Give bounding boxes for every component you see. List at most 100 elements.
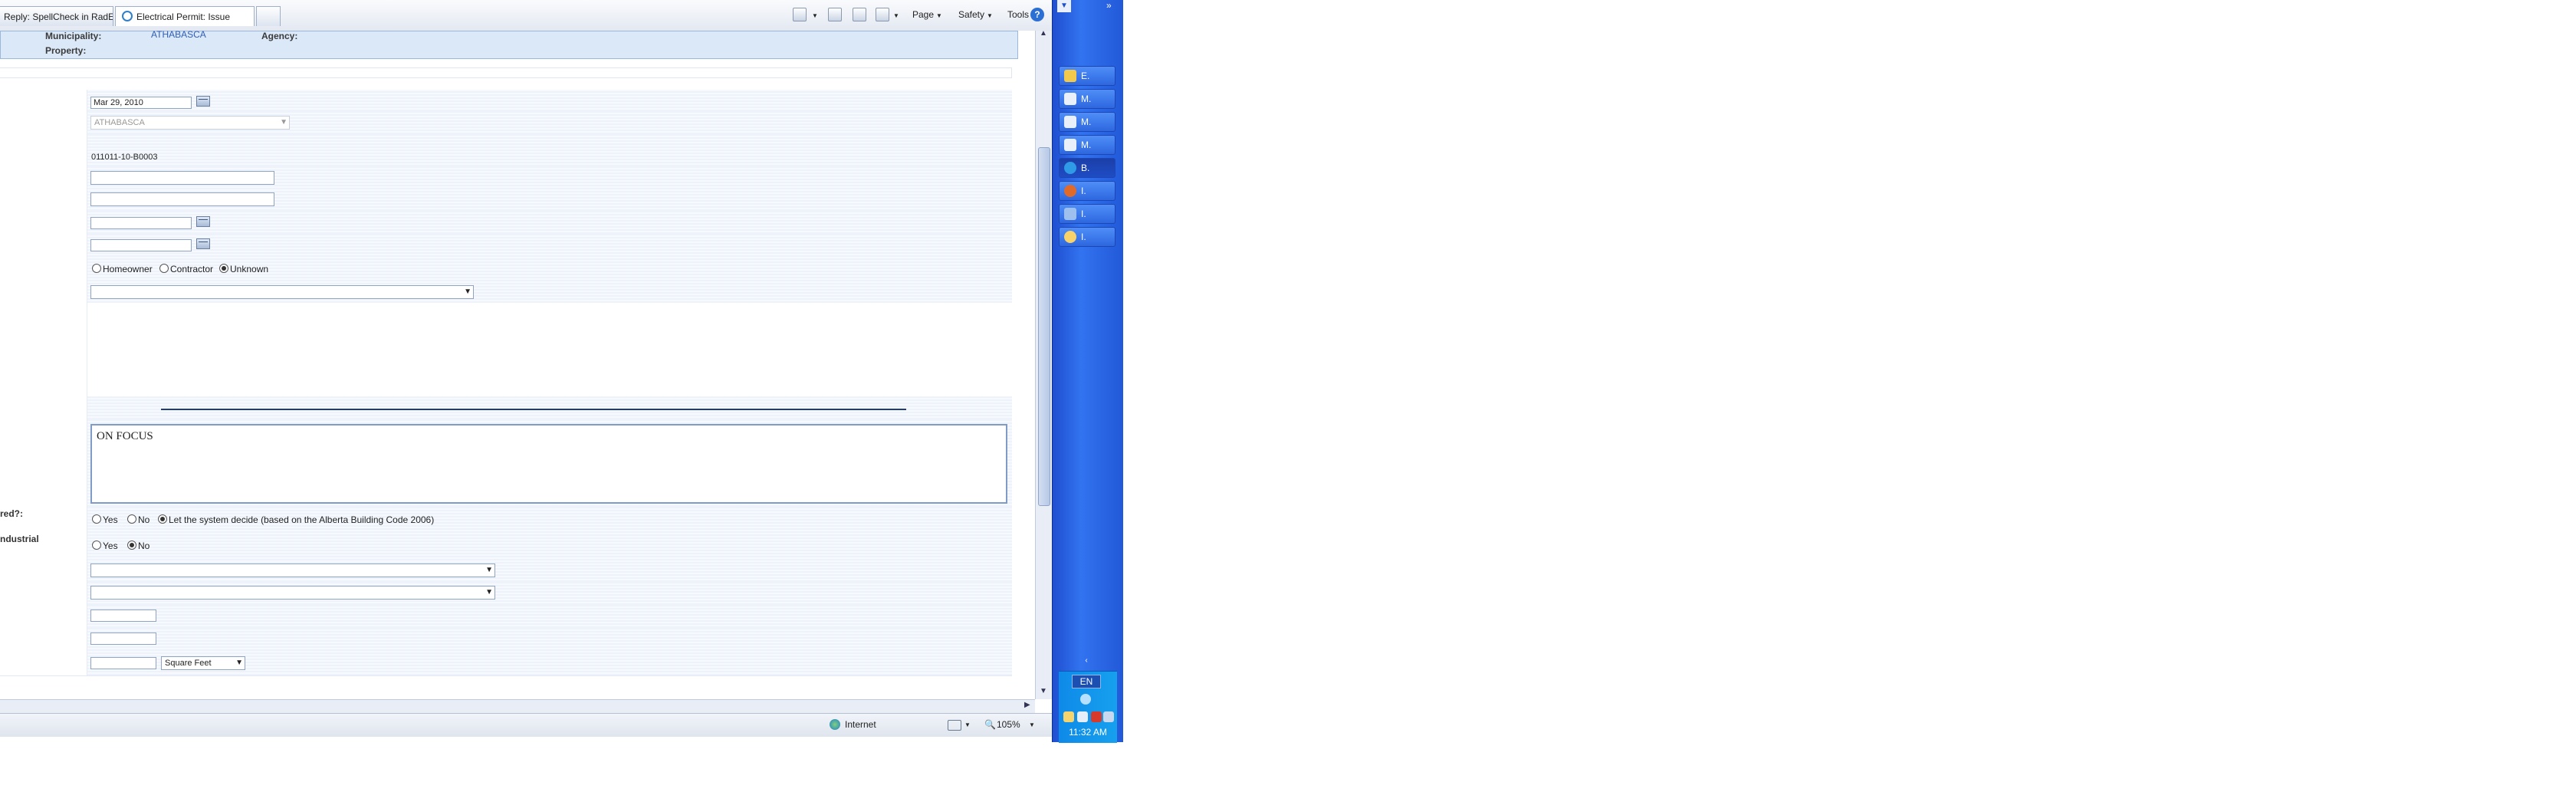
- area-unit-select[interactable]: Square Feet ▼: [161, 656, 245, 670]
- q1-system-label: Let the system decide (based on the Albe…: [169, 514, 435, 525]
- row-label: [0, 166, 87, 189]
- unknown-radio[interactable]: [219, 264, 228, 273]
- calendar-icon[interactable]: [196, 96, 210, 107]
- taskbar-button[interactable]: I.: [1059, 204, 1116, 224]
- home-icon[interactable]: [793, 8, 807, 21]
- volume-icon[interactable]: [1103, 711, 1114, 722]
- scroll-down-icon[interactable]: ▼: [1040, 687, 1047, 695]
- contractor-label: Contractor: [170, 264, 214, 274]
- date-input[interactable]: [90, 217, 192, 229]
- q2-no-label: No: [138, 540, 150, 551]
- number-input[interactable]: [90, 632, 156, 645]
- page-content: Municipality: ATHABASCA Agency: Property…: [0, 31, 1037, 699]
- taskbar-button[interactable]: M.: [1059, 135, 1116, 155]
- scroll-up-icon[interactable]: ▲: [1040, 29, 1047, 38]
- form-row: ATHABASCA ▼: [0, 111, 1012, 135]
- clock[interactable]: 11:32 AM: [1059, 727, 1117, 738]
- question-label: red?:: [0, 508, 23, 519]
- zoom-dropdown[interactable]: ▼: [1029, 721, 1035, 728]
- taskbar-button[interactable]: I.: [1059, 181, 1116, 201]
- form-row: [0, 396, 1012, 419]
- toolbar-overflow-icon[interactable]: »: [1106, 0, 1112, 11]
- print-dropdown[interactable]: ▼: [891, 6, 899, 23]
- taskbar-button-active[interactable]: B.: [1059, 158, 1116, 178]
- horizontal-scrollbar[interactable]: ▶: [0, 699, 1035, 714]
- row-label: [0, 419, 87, 507]
- number-input[interactable]: [90, 610, 156, 622]
- select-dropdown[interactable]: ▼: [90, 564, 495, 577]
- municipality-select[interactable]: ATHABASCA ▼: [90, 116, 290, 130]
- taskbar-button[interactable]: E.: [1059, 66, 1116, 86]
- form-row: [0, 134, 1012, 146]
- q1-yes-radio[interactable]: [92, 514, 101, 524]
- zoom-level[interactable]: 105%: [997, 719, 1020, 730]
- date-input[interactable]: [90, 239, 192, 251]
- issue-date-input[interactable]: Mar 29, 2010: [90, 97, 192, 109]
- security-alert-icon[interactable]: [1091, 711, 1102, 722]
- row-label: [0, 111, 87, 134]
- row-label: [0, 257, 87, 281]
- network-icon[interactable]: [1080, 694, 1091, 705]
- q2-no-radio[interactable]: [127, 540, 136, 550]
- text-input[interactable]: [90, 192, 274, 206]
- form-row: [0, 211, 1012, 235]
- text-input[interactable]: [90, 171, 274, 185]
- vertical-scrollbar[interactable]: ▲ ▼: [1035, 29, 1053, 699]
- section-header: [0, 67, 1012, 78]
- question-label: ndustrial: [0, 534, 39, 544]
- new-tab-button[interactable]: [256, 6, 281, 26]
- page-menu[interactable]: Page ▼: [912, 6, 942, 23]
- form-row: [0, 234, 1012, 258]
- chevron-down-icon: ▼: [280, 118, 288, 127]
- language-indicator[interactable]: EN: [1072, 675, 1101, 688]
- row-value: ▼: [87, 557, 1012, 582]
- form-row: ▼: [0, 281, 1012, 304]
- q2-yes-radio[interactable]: [92, 540, 101, 550]
- row-value: ▼: [87, 281, 1012, 303]
- municipality-value[interactable]: ATHABASCA: [151, 31, 206, 40]
- safety-menu[interactable]: Safety ▼: [958, 6, 993, 23]
- help-icon[interactable]: ?: [1030, 8, 1044, 21]
- taskbar-button[interactable]: I.: [1059, 227, 1116, 247]
- form-row: ▼: [0, 557, 1012, 583]
- tab-label: Electrical Permit: Issue: [136, 12, 231, 22]
- scrollbar-thumb[interactable]: [1038, 147, 1050, 506]
- contractor-radio[interactable]: [159, 264, 169, 273]
- scroll-right-icon[interactable]: ▶: [1024, 701, 1030, 709]
- area-input[interactable]: [90, 657, 156, 669]
- tab-spellcheck[interactable]: Reply: SpellCheck in RadEdit...: [0, 6, 113, 26]
- select-dropdown[interactable]: ▼: [90, 586, 495, 600]
- system-tray: EN 11:32 AM: [1059, 671, 1117, 743]
- chevron-down-icon[interactable]: ▼: [964, 721, 971, 728]
- form-row: ndustrial Yes No: [0, 533, 1012, 558]
- calendar-icon[interactable]: [196, 216, 210, 227]
- home-dropdown[interactable]: ▼: [810, 6, 818, 23]
- calendar-icon[interactable]: [196, 238, 210, 249]
- select-dropdown[interactable]: ▼: [90, 285, 474, 299]
- app-icon: [1064, 139, 1076, 151]
- tray-app-icon[interactable]: [1063, 711, 1074, 722]
- q1-no-radio[interactable]: [127, 514, 136, 524]
- form-row: [0, 166, 1012, 190]
- row-value: [87, 166, 1012, 189]
- row-label: ndustrial: [0, 533, 87, 557]
- tray-collapse-icon[interactable]: ‹: [1070, 656, 1103, 669]
- globe-icon: [830, 719, 840, 730]
- display-icon[interactable]: [1077, 711, 1088, 722]
- feeds-icon[interactable]: [828, 8, 842, 21]
- homeowner-radio[interactable]: [92, 264, 101, 273]
- description-textarea[interactable]: ON FOCUS: [90, 424, 1007, 504]
- row-label: [0, 90, 87, 111]
- taskbar-button[interactable]: M.: [1059, 89, 1116, 109]
- row-value: 011011-10-B0003: [87, 145, 1012, 166]
- taskbar-button[interactable]: M.: [1059, 112, 1116, 132]
- row-value: [87, 134, 1012, 145]
- tab-electrical-permit[interactable]: Electrical Permit: Issue: [115, 6, 255, 26]
- protected-mode-icon[interactable]: [948, 720, 961, 731]
- mail-icon[interactable]: [853, 8, 866, 21]
- agency-label: Agency:: [261, 31, 298, 41]
- q1-system-radio[interactable]: [158, 514, 167, 524]
- print-icon[interactable]: [876, 8, 889, 21]
- taskbar-toolbar-menu[interactable]: ▼: [1057, 0, 1071, 12]
- row-value: [87, 628, 1012, 651]
